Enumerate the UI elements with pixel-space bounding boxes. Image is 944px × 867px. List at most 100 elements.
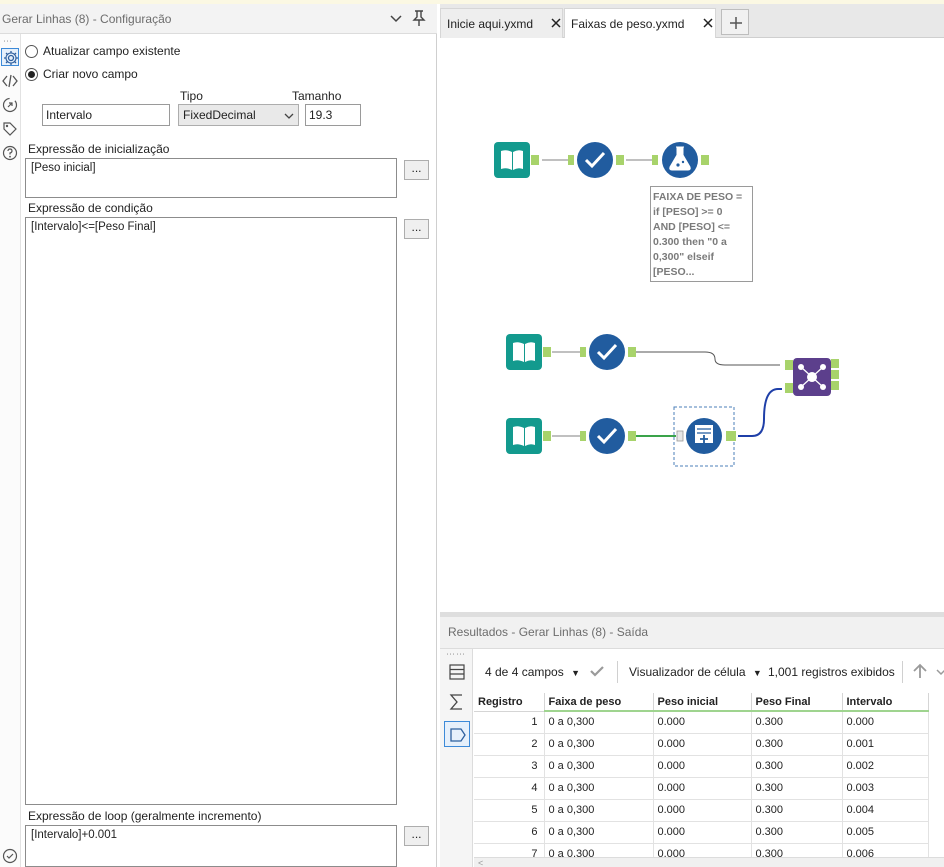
column-header[interactable]: Peso Final (751, 693, 843, 712)
dropdown-arrow-icon: ▼ (571, 668, 580, 678)
table-cell[interactable]: 0.002 (842, 755, 929, 778)
table-cell[interactable]: 0.000 (653, 843, 752, 858)
table-cell[interactable]: 0.000 (653, 733, 752, 756)
workflow-canvas[interactable]: FAIXA DE PESO = if [PESO] >= 0 AND [PESO… (440, 39, 944, 612)
table-cell[interactable]: 0.006 (842, 843, 929, 858)
table-row[interactable]: 1 0 a 0,300 0.000 0.300 0.000 (474, 711, 929, 734)
chevron-down-icon[interactable] (388, 11, 404, 27)
rail-grip: ⋯ (3, 36, 13, 46)
navigate-icon[interactable] (1, 96, 19, 114)
code-icon[interactable] (1, 72, 19, 90)
table-row[interactable]: 2 0 a 0,300 0.000 0.300 0.001 (474, 733, 929, 756)
table-row[interactable]: 4 0 a 0,300 0.000 0.300 0.003 (474, 777, 929, 800)
table-cell[interactable]: 0.001 (842, 733, 929, 756)
table-cell[interactable]: 0.000 (653, 711, 752, 734)
fields-selector[interactable]: 4 de 4 campos ▼ (485, 665, 580, 679)
chevron-down-icon (284, 110, 294, 120)
cell-viewer-label: Visualizador de célula (629, 665, 746, 679)
select-tool-1[interactable] (568, 142, 624, 178)
tab-faixas-de-peso[interactable]: Faixas de peso.yxmd (564, 8, 716, 38)
config-header: Gerar Linhas (8) - Configuração (0, 4, 437, 34)
size-input[interactable]: 19.3 (305, 104, 361, 126)
size-label: Tamanho (292, 89, 342, 103)
checkmark-icon[interactable] (588, 662, 606, 683)
table-cell[interactable]: 0 a 0,300 (544, 821, 654, 844)
table-row[interactable]: 3 0 a 0,300 0.000 0.300 0.002 (474, 755, 929, 778)
output-anchor-icon[interactable] (444, 721, 470, 747)
results-title: Resultados - Gerar Linhas (8) - Saída (448, 625, 649, 639)
formula-annotation: FAIXA DE PESO = if [PESO] >= 0 AND [PESO… (650, 186, 753, 282)
record-number: 5 (474, 799, 545, 822)
condition-expression-builder-button[interactable]: ... (404, 219, 429, 239)
table-row[interactable]: 5 0 a 0,300 0.000 0.300 0.004 (474, 799, 929, 822)
close-icon[interactable] (702, 17, 714, 29)
horizontal-scrollbar[interactable]: < (474, 857, 944, 867)
gear-icon[interactable] (1, 48, 19, 66)
scroll-left-icon[interactable]: < (478, 858, 483, 867)
table-cell[interactable]: 0 a 0,300 (544, 777, 654, 800)
column-header[interactable]: Peso inicial (653, 693, 752, 712)
radio-update-field[interactable]: Atualizar campo existente (25, 44, 180, 58)
table-cell[interactable]: 0 a 0,300 (544, 755, 654, 778)
help-icon[interactable] (1, 144, 19, 162)
radio-create-button[interactable] (25, 67, 38, 81)
column-header[interactable]: Faixa de peso (544, 693, 654, 712)
input-tool-3[interactable] (506, 418, 551, 454)
table-cell[interactable]: 0.300 (751, 711, 843, 734)
summary-icon[interactable] (444, 689, 470, 715)
table-cell[interactable]: 0.004 (842, 799, 929, 822)
results-grid[interactable]: Registro Faixa de peso Peso inicial Peso… (474, 693, 944, 858)
table-cell[interactable]: 0 a 0,300 (544, 843, 654, 858)
table-cell[interactable]: 0.000 (842, 711, 929, 734)
condition-expression-editor[interactable]: [Intervalo]<=[Peso Final] (25, 217, 397, 805)
arrow-up-icon[interactable] (911, 662, 929, 683)
table-cell[interactable]: 0.300 (751, 733, 843, 756)
init-expression-editor[interactable]: [Peso inicial] (25, 158, 397, 198)
init-expression-builder-button[interactable]: ... (404, 160, 429, 180)
results-table: Registro Faixa de peso Peso inicial Peso… (474, 693, 929, 858)
table-cell[interactable]: 0.000 (653, 777, 752, 800)
formula-tool[interactable] (652, 142, 709, 178)
select-tool-3[interactable] (580, 418, 636, 454)
table-cell[interactable]: 0.000 (653, 821, 752, 844)
select-tool-2[interactable] (580, 334, 636, 370)
close-icon[interactable] (550, 17, 562, 29)
loop-expression-editor[interactable]: [Intervalo]+0.001 (25, 825, 397, 867)
pin-icon[interactable] (410, 9, 428, 27)
cell-viewer-selector[interactable]: Visualizador de célula ▼ (629, 665, 762, 679)
chevron-down-icon[interactable] (936, 662, 944, 683)
table-cell[interactable]: 0.005 (842, 821, 929, 844)
records-count: 1,001 registros exibidos (768, 665, 895, 679)
table-cell[interactable]: 0.000 (653, 799, 752, 822)
table-row[interactable]: 6 0 a 0,300 0.000 0.300 0.005 (474, 821, 929, 844)
radio-create-field[interactable]: Criar novo campo (25, 67, 138, 81)
input-tool-1[interactable] (494, 142, 539, 178)
column-header[interactable]: Registro (474, 693, 545, 712)
generate-rows-tool[interactable] (673, 406, 736, 467)
join-tool[interactable] (785, 358, 839, 396)
table-row[interactable]: 7 0 a 0,300 0.000 0.300 0.006 (474, 843, 929, 858)
column-header[interactable]: Intervalo (842, 693, 929, 712)
table-cell[interactable]: 0.300 (751, 821, 843, 844)
record-number: 3 (474, 755, 545, 778)
input-tool-2[interactable] (506, 334, 551, 370)
add-tab-button[interactable] (721, 9, 749, 35)
tag-icon[interactable] (1, 120, 19, 138)
table-cell[interactable]: 0.300 (751, 755, 843, 778)
radio-update-button[interactable] (25, 44, 38, 58)
table-cell[interactable]: 0 a 0,300 (544, 711, 654, 734)
table-cell[interactable]: 0.300 (751, 799, 843, 822)
table-cell[interactable]: 0.300 (751, 777, 843, 800)
type-select[interactable]: FixedDecimal (178, 104, 299, 126)
loop-expression-builder-button[interactable]: ... (404, 826, 429, 846)
table-cell[interactable]: 0.300 (751, 843, 843, 858)
table-cell[interactable]: 0 a 0,300 (544, 799, 654, 822)
app-window: Gerar Linhas (8) - Configuração ⋯ Atuali… (0, 0, 944, 867)
table-view-icon[interactable] (444, 659, 470, 685)
table-cell[interactable]: 0.003 (842, 777, 929, 800)
tab-inicie-aqui[interactable]: Inicie aqui.yxmd (440, 8, 563, 38)
table-cell[interactable]: 0.000 (653, 755, 752, 778)
type-label: Tipo (180, 89, 203, 103)
table-cell[interactable]: 0 a 0,300 (544, 733, 654, 756)
field-name-input[interactable]: Intervalo (42, 104, 170, 126)
